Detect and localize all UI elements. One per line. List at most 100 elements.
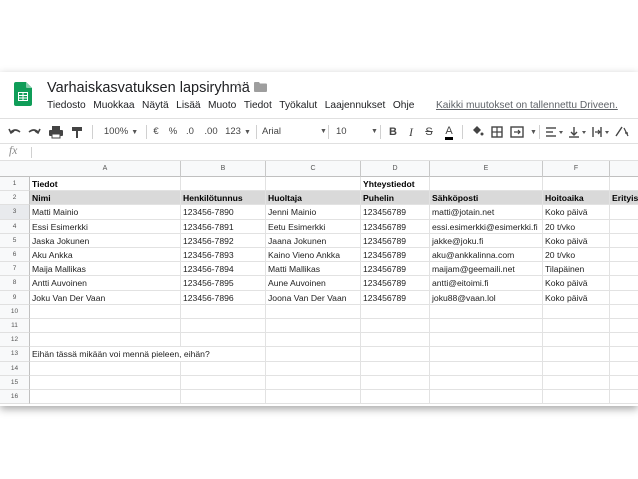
row-number[interactable]: 13 xyxy=(0,347,30,362)
cell[interactable] xyxy=(543,319,610,334)
row-number[interactable]: 9 xyxy=(0,290,30,305)
column-header[interactable]: F xyxy=(543,161,610,177)
cell[interactable]: 123456789 xyxy=(361,233,430,248)
cell[interactable]: Koko päivä xyxy=(543,233,610,248)
cell[interactable]: Eihän tässä mikään voi mennä pieleen, ei… xyxy=(30,347,210,362)
menu-help[interactable]: Ohje xyxy=(393,100,415,111)
cell[interactable] xyxy=(30,361,181,376)
cell[interactable] xyxy=(181,361,266,376)
cell[interactable] xyxy=(361,361,430,376)
cell[interactable] xyxy=(430,347,543,362)
cell[interactable] xyxy=(266,361,361,376)
cell[interactable] xyxy=(430,333,543,348)
font-select[interactable]: Arial ▼ xyxy=(262,124,327,140)
cell[interactable] xyxy=(543,347,610,362)
currency-format-button[interactable]: € xyxy=(151,124,161,140)
cell[interactable]: 123456789 xyxy=(361,290,430,305)
text-color-button[interactable]: A xyxy=(443,124,455,140)
cell[interactable]: Koko päivä xyxy=(543,276,610,291)
cell[interactable]: Joona Van Der Vaan xyxy=(266,290,361,305)
strikethrough-button[interactable]: S xyxy=(423,124,435,140)
cell[interactable] xyxy=(543,390,610,405)
cell[interactable] xyxy=(30,333,181,348)
cell[interactable] xyxy=(610,362,638,376)
cell[interactable] xyxy=(30,304,181,319)
text-wrapping-icon[interactable] xyxy=(591,124,611,140)
increase-decimal-button[interactable]: .00 xyxy=(202,124,220,140)
cell[interactable]: 123456789 xyxy=(361,219,430,234)
row-number[interactable]: 2 xyxy=(0,191,30,206)
cell[interactable] xyxy=(361,347,430,362)
cell[interactable]: Nimi xyxy=(30,191,181,206)
cell[interactable]: Kaino Vieno Ankka xyxy=(266,248,361,263)
cell[interactable] xyxy=(430,304,543,319)
cell[interactable]: Huoltaja xyxy=(266,191,361,206)
cell[interactable] xyxy=(610,220,638,234)
cell[interactable] xyxy=(30,375,181,390)
cell[interactable] xyxy=(30,390,181,405)
menu-format[interactable]: Muoto xyxy=(208,100,236,111)
cell[interactable] xyxy=(543,375,610,390)
menu-extensions[interactable]: Laajennukset xyxy=(325,100,386,111)
cell[interactable] xyxy=(430,361,543,376)
row-number[interactable]: 7 xyxy=(0,262,30,277)
cell[interactable]: Yhteystiedot xyxy=(361,177,430,192)
column-header[interactable]: A xyxy=(30,161,181,177)
row-number[interactable]: 4 xyxy=(0,219,30,234)
more-formats-select[interactable]: 123 ▼ xyxy=(224,124,252,140)
cell[interactable] xyxy=(266,390,361,405)
spreadsheet-grid[interactable]: ABCDEF 1 Tiedot Yhteystiedot 2 Nimi Henkilötu… xyxy=(0,161,638,406)
redo-icon[interactable] xyxy=(27,124,41,140)
cell[interactable] xyxy=(266,347,361,362)
cell[interactable]: 123456-7893 xyxy=(181,248,266,263)
sheets-logo-icon[interactable] xyxy=(14,82,32,106)
borders-icon[interactable] xyxy=(490,124,504,140)
row-number[interactable]: 8 xyxy=(0,276,30,291)
row-number[interactable]: 16 xyxy=(0,390,30,405)
cell[interactable] xyxy=(610,177,638,192)
cell[interactable] xyxy=(610,305,638,319)
menu-edit[interactable]: Muokkaa xyxy=(93,100,134,111)
cell[interactable]: Tiedot xyxy=(30,177,181,192)
row-number[interactable]: 6 xyxy=(0,248,30,263)
cell[interactable] xyxy=(181,177,266,192)
cell[interactable]: 123456-7896 xyxy=(181,290,266,305)
cell[interactable]: 123456-7894 xyxy=(181,262,266,277)
font-size-select[interactable]: 10 ▼ xyxy=(336,124,378,140)
cell[interactable] xyxy=(610,376,638,390)
cell[interactable] xyxy=(361,319,430,334)
cell[interactable]: 123456-7892 xyxy=(181,233,266,248)
cell[interactable]: matti@jotain.net xyxy=(430,205,543,220)
decrease-decimal-button[interactable]: .0 xyxy=(183,124,197,140)
cell[interactable]: Henkilötunnus xyxy=(181,191,266,206)
cell[interactable] xyxy=(266,319,361,334)
bold-button[interactable]: B xyxy=(387,124,399,140)
cell[interactable] xyxy=(266,375,361,390)
column-header[interactable] xyxy=(610,161,638,177)
menu-insert[interactable]: Lisää xyxy=(176,100,200,111)
cell[interactable]: 20 t/vko xyxy=(543,248,610,263)
column-header[interactable]: B xyxy=(181,161,266,177)
cell[interactable] xyxy=(543,361,610,376)
row-number[interactable]: 1 xyxy=(0,177,30,192)
cell[interactable]: joku88@vaan.lol xyxy=(430,290,543,305)
cell[interactable] xyxy=(361,390,430,405)
cell[interactable]: 123456-7895 xyxy=(181,276,266,291)
save-status-link[interactable]: Kaikki muutokset on tallennettu Driveen. xyxy=(436,100,618,111)
cell[interactable]: Eetu Esimerkki xyxy=(266,219,361,234)
cell[interactable]: aku@ankkalinna.com xyxy=(430,248,543,263)
column-header[interactable]: E xyxy=(430,161,543,177)
row-number[interactable]: 11 xyxy=(0,319,30,334)
menu-file[interactable]: Tiedosto xyxy=(47,100,86,111)
cell[interactable] xyxy=(610,262,638,277)
cell[interactable] xyxy=(610,319,638,334)
cell[interactable]: 123456789 xyxy=(361,262,430,277)
cell[interactable]: Jaana Jokunen xyxy=(266,233,361,248)
row-number[interactable]: 3 xyxy=(0,205,30,220)
print-icon[interactable] xyxy=(48,124,64,140)
percent-format-button[interactable]: % xyxy=(168,124,178,140)
merge-cells-icon[interactable] xyxy=(509,124,525,140)
cell[interactable] xyxy=(181,390,266,405)
cell[interactable] xyxy=(543,177,610,192)
cell[interactable]: maijam@geemaili.net xyxy=(430,262,543,277)
